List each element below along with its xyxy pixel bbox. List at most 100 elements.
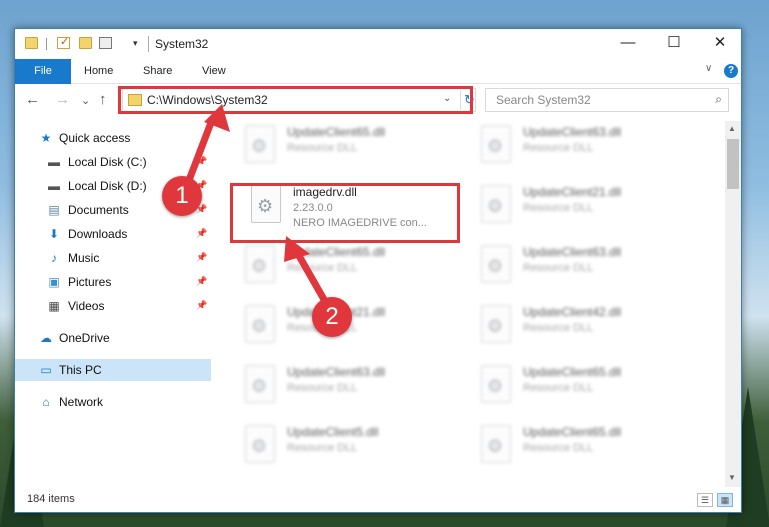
file-description: Resource DLL <box>287 382 358 394</box>
file-name: UpdateClient21.dll <box>523 185 622 199</box>
documents-icon: ▤ <box>48 203 60 217</box>
file-tile[interactable]: UpdateClient65.dll Resource DLL <box>239 121 469 177</box>
dll-file-icon <box>481 425 511 463</box>
sidebar-item-this-pc[interactable]: ▭ This PC <box>15 359 211 381</box>
dll-file-icon <box>245 425 275 463</box>
file-name: UpdateClient63.dll <box>523 125 622 139</box>
sidebar-item-label: Videos <box>68 299 105 313</box>
window-title: System32 <box>155 37 209 51</box>
customize-toolbar-icon[interactable] <box>99 37 112 49</box>
sidebar-item-label: This PC <box>59 363 102 377</box>
quick-access-dropdown[interactable]: ▾ <box>133 38 138 49</box>
help-icon[interactable]: ? <box>724 64 738 78</box>
tab-share[interactable]: Share <box>143 65 172 77</box>
maximize-button[interactable]: ☐ <box>651 29 697 59</box>
file-description: Resource DLL <box>287 442 358 454</box>
pin-icon: 📌 <box>196 252 208 262</box>
dll-file-icon <box>245 125 275 163</box>
minimize-button[interactable]: — <box>605 29 651 59</box>
star-icon: ★ <box>40 131 52 145</box>
back-button[interactable]: ← <box>25 91 40 108</box>
sidebar-item-label: Local Disk (D:) <box>68 179 147 193</box>
file-description: Resource DLL <box>523 202 594 214</box>
file-tile[interactable]: UpdateClient21.dll Resource DLL <box>239 301 469 357</box>
music-icon: ♪ <box>51 251 57 265</box>
address-bar-highlight <box>118 86 473 114</box>
file-tile[interactable]: UpdateClient5.dll Resource DLL <box>239 421 469 477</box>
properties-icon[interactable] <box>57 35 70 49</box>
sidebar-item-pictures[interactable]: ▣ Pictures 📌 <box>15 271 211 293</box>
file-name: UpdateClient65.dll <box>287 125 386 139</box>
sidebar-item-local-disk-c[interactable]: ▬ Local Disk (C:) 📌 <box>15 151 211 173</box>
videos-icon: ▦ <box>48 299 60 313</box>
sidebar-item-onedrive[interactable]: ☁ OneDrive <box>15 327 211 349</box>
dll-file-icon <box>481 365 511 403</box>
search-box[interactable]: Search System32 ⌕ <box>485 88 729 112</box>
tab-home[interactable]: Home <box>84 65 113 77</box>
file-tile[interactable]: UpdateClient65.dll Resource DLL <box>239 241 469 297</box>
divider <box>148 36 149 52</box>
forward-button[interactable]: → <box>55 91 70 108</box>
title-bar: ▾ System32 — ☐ ✕ <box>15 29 741 59</box>
step-1-badge: 1 <box>162 176 202 216</box>
scroll-down-icon[interactable]: ▼ <box>728 473 736 482</box>
file-tile[interactable]: UpdateClient42.dll Resource DLL <box>475 301 705 357</box>
sidebar-item-label: Local Disk (C:) <box>68 155 147 169</box>
file-tile[interactable]: UpdateClient65.dll Resource DLL <box>475 361 705 417</box>
file-highlight <box>230 183 460 243</box>
onedrive-icon: ☁ <box>40 331 52 345</box>
recent-locations-button[interactable]: ⌄ <box>81 94 90 107</box>
sidebar-item-label: Downloads <box>68 227 128 241</box>
dll-file-icon <box>481 125 511 163</box>
pin-icon: 📌 <box>196 276 208 286</box>
scroll-up-icon[interactable]: ▲ <box>728 124 736 133</box>
file-name: UpdateClient42.dll <box>523 305 622 319</box>
sidebar-item-label: Quick access <box>59 131 131 145</box>
dll-file-icon <box>481 245 511 283</box>
file-name: UpdateClient65.dll <box>523 425 622 439</box>
dll-file-icon <box>481 185 511 223</box>
dll-file-icon <box>481 305 511 343</box>
step-2-badge: 2 <box>312 297 352 337</box>
tab-view[interactable]: View <box>202 65 226 77</box>
downloads-icon: ⬇ <box>48 227 60 241</box>
search-icon[interactable]: ⌕ <box>715 92 722 107</box>
sidebar-item-downloads[interactable]: ⬇ Downloads 📌 <box>15 223 211 245</box>
file-tile[interactable]: UpdateClient63.dll Resource DLL <box>475 241 705 297</box>
file-name: UpdateClient65.dll <box>523 365 622 379</box>
file-tile[interactable]: UpdateClient63.dll Resource DLL <box>475 121 705 177</box>
file-description: Resource DLL <box>523 442 594 454</box>
close-button[interactable]: ✕ <box>697 29 741 59</box>
file-description: Resource DLL <box>523 262 594 274</box>
tiles-view-button[interactable]: ▦ <box>717 493 733 507</box>
file-description: Resource DLL <box>287 142 358 154</box>
dll-file-icon <box>245 365 275 403</box>
scrollbar-thumb[interactable] <box>727 139 739 189</box>
file-description: Resource DLL <box>287 262 358 274</box>
details-view-button[interactable]: ☰ <box>697 493 713 507</box>
up-button[interactable]: ↑ <box>99 91 107 108</box>
dll-file-icon <box>245 245 275 283</box>
pin-icon: 📌 <box>196 228 208 238</box>
search-placeholder[interactable]: Search System32 <box>496 93 591 107</box>
vertical-scrollbar[interactable]: ▲ ▼ <box>725 121 741 487</box>
file-tile[interactable]: UpdateClient21.dll Resource DLL <box>475 181 705 237</box>
file-tile[interactable]: UpdateClient65.dll Resource DLL <box>475 421 705 477</box>
expand-ribbon-icon[interactable]: ∨ <box>705 63 712 74</box>
sidebar-item-label: Music <box>68 251 100 265</box>
item-count: 184 items <box>27 493 75 505</box>
sidebar-item-videos[interactable]: ▦ Videos 📌 <box>15 295 211 317</box>
sidebar-item-music[interactable]: ♪ Music 📌 <box>15 247 211 269</box>
drive-icon: ▬ <box>48 179 60 193</box>
sidebar-item-label: OneDrive <box>59 331 110 345</box>
pin-icon: 📌 <box>196 300 208 310</box>
ribbon: File Home Share View ∨ ? <box>15 59 741 84</box>
sidebar-item-quick-access[interactable]: ★ Quick access <box>15 127 211 149</box>
file-tile[interactable]: UpdateClient63.dll Resource DLL <box>239 361 469 417</box>
new-folder-icon[interactable] <box>79 37 92 49</box>
sidebar-item-network[interactable]: ⌂ Network <box>15 391 211 413</box>
pin-icon: 📌 <box>196 156 208 166</box>
sidebar-item-label: Documents <box>68 203 129 217</box>
tab-file[interactable]: File <box>15 59 71 84</box>
pictures-icon: ▣ <box>48 275 60 289</box>
